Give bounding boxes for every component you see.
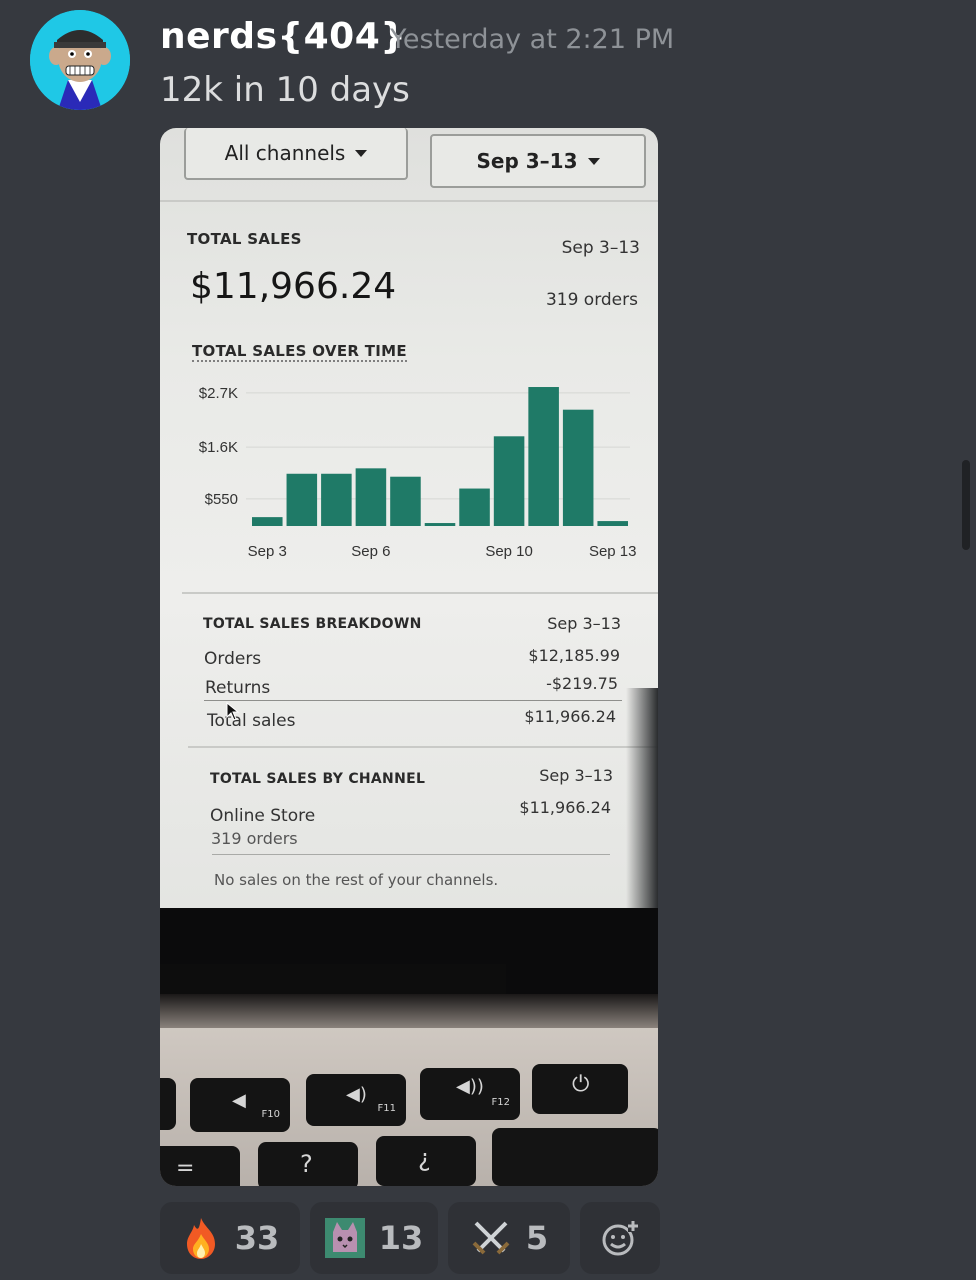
username[interactable]: nerds{404}: [160, 16, 406, 57]
total-sales-orders: 319 orders: [545, 290, 638, 310]
fire-icon: [186, 1218, 215, 1259]
x-tick-label: Sep 10: [485, 543, 533, 560]
keyboard: ◀ F10 ◀) F11 ◀)) F12 ⏻ = ? ¿: [160, 1028, 658, 1186]
y-tick-label: $550: [205, 491, 238, 508]
f11-key: ◀) F11: [306, 1074, 406, 1126]
power-icon: ⏻: [572, 1072, 590, 1097]
chart-bar: [355, 468, 387, 526]
chart-bar: [562, 409, 594, 526]
chart-bar: [459, 488, 490, 526]
breakdown-returns-label: Returns: [205, 678, 271, 698]
dashboard-screen: All channels Sep 3–13 TOTAL SALES Sep 3–…: [160, 128, 658, 908]
breakdown-orders-value: $12,185.99: [528, 646, 620, 665]
add-reaction-icon: [602, 1220, 638, 1256]
total-sales-label: TOTAL SALES: [187, 230, 302, 248]
reaction-swords[interactable]: 5: [448, 1202, 570, 1274]
chart-bar: [321, 473, 352, 526]
y-tick-label: $2.7K: [199, 385, 238, 402]
chart-bar: [424, 523, 456, 526]
chart-bar: [493, 436, 525, 526]
channels-note: No sales on the rest of your channels.: [214, 871, 499, 889]
sales-bar-chart: $2.7K $1.6K $550 Sep 3 Sep 6 Sep 10 Sep 13: [199, 385, 637, 560]
chat-message: nerds{404} Yesterday at 2:21 PM 12k in 1…: [0, 0, 976, 1280]
chart-bar: [252, 517, 283, 526]
chart-bar: [597, 521, 628, 526]
divider: [182, 592, 658, 594]
chart-bar: [390, 476, 421, 526]
breakdown-label: TOTAL SALES BREAKDOWN: [203, 616, 422, 632]
reaction-cat[interactable]: 13: [310, 1202, 438, 1274]
x-tick-label: Sep 13: [589, 543, 637, 560]
add-reaction-button[interactable]: [580, 1202, 660, 1274]
by-channel-range: Sep 3–13: [539, 766, 613, 785]
volume-mute-icon: ◀: [232, 1090, 246, 1111]
attachment-photo[interactable]: All channels Sep 3–13 TOTAL SALES Sep 3–…: [160, 128, 658, 1186]
caret-down-icon: [587, 157, 600, 165]
chart-bar: [286, 473, 318, 526]
caret-down-icon: [355, 149, 368, 157]
date-dropdown: Sep 3–13: [430, 134, 646, 188]
breakdown-orders-label: Orders: [204, 649, 262, 669]
reaction-count: 13: [378, 1219, 424, 1257]
breakdown-returns-value: -$219.75: [546, 674, 618, 693]
date-dropdown-label: Sep 3–13: [476, 149, 578, 173]
total-sales-amount: $11,966.24: [190, 266, 397, 307]
chart-bar: [528, 387, 559, 526]
breakdown-total-value: $11,966.24: [524, 707, 616, 726]
divider: [188, 746, 658, 748]
avatar[interactable]: [30, 10, 130, 110]
reaction-fire[interactable]: 33: [160, 1202, 300, 1274]
power-key: ⏻: [532, 1064, 628, 1114]
x-tick-label: Sep 3: [248, 543, 287, 560]
x-tick-label: Sep 6: [351, 543, 390, 560]
message-text: 12k in 10 days: [160, 70, 410, 110]
ape-avatar-icon: [30, 10, 130, 110]
f10-key: ◀ F10: [190, 1078, 290, 1132]
channel-dropdown-label: All channels: [224, 141, 346, 165]
reaction-count: 33: [234, 1219, 280, 1257]
channel-orders: 319 orders: [211, 829, 298, 848]
mouse-cursor-icon: [226, 702, 240, 721]
breakdown-range: Sep 3–13: [547, 614, 621, 633]
channel-value: $11,966.24: [519, 798, 611, 817]
crossed-swords-icon: [472, 1221, 510, 1255]
divider: [160, 200, 658, 202]
by-channel-label: TOTAL SALES BY CHANNEL: [210, 771, 426, 787]
f12-key: ◀)) F12: [420, 1068, 520, 1120]
channel-dropdown: All channels: [184, 128, 408, 180]
cat-emote-icon: [324, 1218, 365, 1258]
volume-down-icon: ◀): [346, 1084, 367, 1105]
breakdown-total-label: Total sales: [207, 711, 296, 731]
scrollbar[interactable]: [962, 460, 970, 550]
y-tick-label: $1.6K: [199, 439, 238, 456]
sales-over-time-label: TOTAL SALES OVER TIME: [192, 342, 407, 362]
reaction-count: 5: [525, 1219, 549, 1257]
channel-name: Online Store: [210, 806, 316, 826]
divider: [204, 700, 622, 701]
volume-up-icon: ◀)): [456, 1076, 484, 1097]
timestamp: Yesterday at 2:21 PM: [390, 24, 675, 55]
divider: [212, 854, 610, 855]
total-sales-range: Sep 3–13: [561, 238, 640, 258]
